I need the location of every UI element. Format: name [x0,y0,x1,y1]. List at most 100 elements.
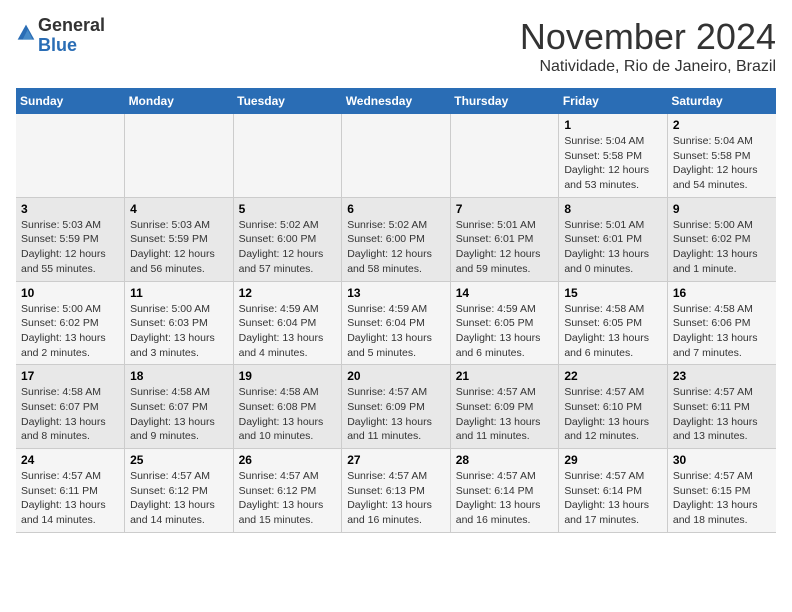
day-number: 23 [673,369,771,383]
calendar-cell: 17 Sunrise: 4:58 AMSunset: 6:07 PMDayligh… [16,365,125,449]
calendar-week-row: 1Sunrise: 5:04 AMSunset: 5:58 PMDaylight… [16,114,776,197]
day-info: Sunrise: 4:57 AMSunset: 6:11 PMDaylight:… [673,385,771,444]
calendar-cell: 8 Sunrise: 5:01 AMSunset: 6:01 PMDaylight… [559,197,668,281]
calendar-cell: 14 Sunrise: 4:59 AMSunset: 6:05 PMDayligh… [450,281,559,365]
calendar-cell: 11 Sunrise: 5:00 AMSunset: 6:03 PMDayligh… [125,281,234,365]
day-info: Sunrise: 4:57 AMSunset: 6:10 PMDaylight:… [564,385,662,444]
day-number: 26 [239,453,337,467]
day-number: 14 [456,286,554,300]
calendar-week-row: 24 Sunrise: 4:57 AMSunset: 6:11 PMDayligh… [16,449,776,533]
day-info: Sunrise: 4:59 AMSunset: 6:04 PMDaylight:… [239,302,337,361]
day-number: 7 [456,202,554,216]
day-info: Sunrise: 4:58 AMSunset: 6:07 PMDaylight:… [21,385,119,444]
calendar-cell: 24 Sunrise: 4:57 AMSunset: 6:11 PMDayligh… [16,449,125,533]
day-info: Sunrise: 5:01 AMSunset: 6:01 PMDaylight:… [456,218,554,277]
day-info: Sunrise: 5:01 AMSunset: 6:01 PMDaylight:… [564,218,662,277]
day-number: 8 [564,202,662,216]
day-number: 29 [564,453,662,467]
calendar-cell [233,114,342,197]
day-number: 9 [673,202,771,216]
day-info: Sunrise: 5:02 AMSunset: 6:00 PMDaylight:… [347,218,445,277]
calendar-cell: 10 Sunrise: 5:00 AMSunset: 6:02 PMDayligh… [16,281,125,365]
calendar-cell: 23 Sunrise: 4:57 AMSunset: 6:11 PMDayligh… [667,365,776,449]
calendar-table: SundayMondayTuesdayWednesdayThursdayFrid… [16,88,776,533]
calendar-cell [125,114,234,197]
day-info: Sunrise: 4:57 AMSunset: 6:13 PMDaylight:… [347,469,445,528]
day-info: Sunrise: 5:02 AMSunset: 6:00 PMDaylight:… [239,218,337,277]
location-subtitle: Natividade, Rio de Janeiro, Brazil [520,58,776,76]
day-number: 25 [130,453,228,467]
day-info: Sunrise: 4:57 AMSunset: 6:12 PMDaylight:… [239,469,337,528]
logo: General Blue [16,16,105,56]
calendar-cell: 15 Sunrise: 4:58 AMSunset: 6:05 PMDayligh… [559,281,668,365]
calendar-cell: 5 Sunrise: 5:02 AMSunset: 6:00 PMDaylight… [233,197,342,281]
calendar-week-row: 10 Sunrise: 5:00 AMSunset: 6:02 PMDayligh… [16,281,776,365]
day-number: 28 [456,453,554,467]
header: General Blue November 2024 Natividade, R… [16,16,776,76]
calendar-cell: 4Sunrise: 5:03 AMSunset: 5:59 PMDaylight… [125,197,234,281]
day-number: 19 [239,369,337,383]
day-info: Sunrise: 4:57 AMSunset: 6:09 PMDaylight:… [456,385,554,444]
day-info: Sunrise: 5:00 AMSunset: 6:03 PMDaylight:… [130,302,228,361]
calendar-cell: 22 Sunrise: 4:57 AMSunset: 6:10 PMDayligh… [559,365,668,449]
day-number: 18 [130,369,228,383]
day-info: Sunrise: 4:59 AMSunset: 6:05 PMDaylight:… [456,302,554,361]
logo-icon [16,23,36,43]
calendar-cell: 16 Sunrise: 4:58 AMSunset: 6:06 PMDayligh… [667,281,776,365]
day-number: 16 [673,286,771,300]
calendar-cell [16,114,125,197]
calendar-cell: 6 Sunrise: 5:02 AMSunset: 6:00 PMDaylight… [342,197,451,281]
day-number: 3 [21,202,119,216]
calendar-header-row: SundayMondayTuesdayWednesdayThursdayFrid… [16,88,776,114]
day-number: 5 [239,202,337,216]
day-info: Sunrise: 5:04 AMSunset: 5:58 PMDaylight:… [564,134,662,193]
calendar-cell: 25 Sunrise: 4:57 AMSunset: 6:12 PMDayligh… [125,449,234,533]
day-info: Sunrise: 4:57 AMSunset: 6:15 PMDaylight:… [673,469,771,528]
day-info: Sunrise: 5:00 AMSunset: 6:02 PMDaylight:… [21,302,119,361]
day-number: 27 [347,453,445,467]
calendar-cell: 1Sunrise: 5:04 AMSunset: 5:58 PMDaylight… [559,114,668,197]
day-number: 10 [21,286,119,300]
calendar-cell: 18 Sunrise: 4:58 AMSunset: 6:07 PMDayligh… [125,365,234,449]
day-number: 11 [130,286,228,300]
calendar-cell: 7 Sunrise: 5:01 AMSunset: 6:01 PMDaylight… [450,197,559,281]
header-day-tuesday: Tuesday [233,88,342,114]
day-number: 22 [564,369,662,383]
day-info: Sunrise: 4:57 AMSunset: 6:12 PMDaylight:… [130,469,228,528]
calendar-cell: 13Sunrise: 4:59 AMSunset: 6:04 PMDayligh… [342,281,451,365]
header-day-monday: Monday [125,88,234,114]
day-info: Sunrise: 4:59 AMSunset: 6:04 PMDaylight:… [347,302,445,361]
calendar-week-row: 3 Sunrise: 5:03 AMSunset: 5:59 PMDaylight… [16,197,776,281]
day-number: 15 [564,286,662,300]
day-info: Sunrise: 4:58 AMSunset: 6:05 PMDaylight:… [564,302,662,361]
day-info: Sunrise: 4:57 AMSunset: 6:14 PMDaylight:… [564,469,662,528]
day-number: 6 [347,202,445,216]
header-day-friday: Friday [559,88,668,114]
calendar-cell: 2Sunrise: 5:04 AMSunset: 5:58 PMDaylight… [667,114,776,197]
calendar-cell [450,114,559,197]
day-info: Sunrise: 5:03 AMSunset: 5:59 PMDaylight:… [130,218,228,277]
header-day-thursday: Thursday [450,88,559,114]
title-area: November 2024 Natividade, Rio de Janeiro… [520,16,776,76]
day-info: Sunrise: 4:57 AMSunset: 6:14 PMDaylight:… [456,469,554,528]
header-day-wednesday: Wednesday [342,88,451,114]
calendar-cell: 20Sunrise: 4:57 AMSunset: 6:09 PMDayligh… [342,365,451,449]
calendar-cell: 9Sunrise: 5:00 AMSunset: 6:02 PMDaylight… [667,197,776,281]
calendar-cell: 30Sunrise: 4:57 AMSunset: 6:15 PMDayligh… [667,449,776,533]
day-number: 12 [239,286,337,300]
calendar-cell: 19 Sunrise: 4:58 AMSunset: 6:08 PMDayligh… [233,365,342,449]
day-info: Sunrise: 4:58 AMSunset: 6:07 PMDaylight:… [130,385,228,444]
calendar-cell: 29 Sunrise: 4:57 AMSunset: 6:14 PMDayligh… [559,449,668,533]
day-number: 21 [456,369,554,383]
day-info: Sunrise: 5:04 AMSunset: 5:58 PMDaylight:… [673,134,771,193]
day-info: Sunrise: 4:57 AMSunset: 6:11 PMDaylight:… [21,469,119,528]
logo-general-text: General [38,16,105,36]
day-number: 17 [21,369,119,383]
month-title: November 2024 [520,16,776,58]
day-info: Sunrise: 5:03 AMSunset: 5:59 PMDaylight:… [21,218,119,277]
day-info: Sunrise: 4:58 AMSunset: 6:08 PMDaylight:… [239,385,337,444]
calendar-cell: 28 Sunrise: 4:57 AMSunset: 6:14 PMDayligh… [450,449,559,533]
day-number: 24 [21,453,119,467]
day-info: Sunrise: 4:57 AMSunset: 6:09 PMDaylight:… [347,385,445,444]
day-info: Sunrise: 4:58 AMSunset: 6:06 PMDaylight:… [673,302,771,361]
